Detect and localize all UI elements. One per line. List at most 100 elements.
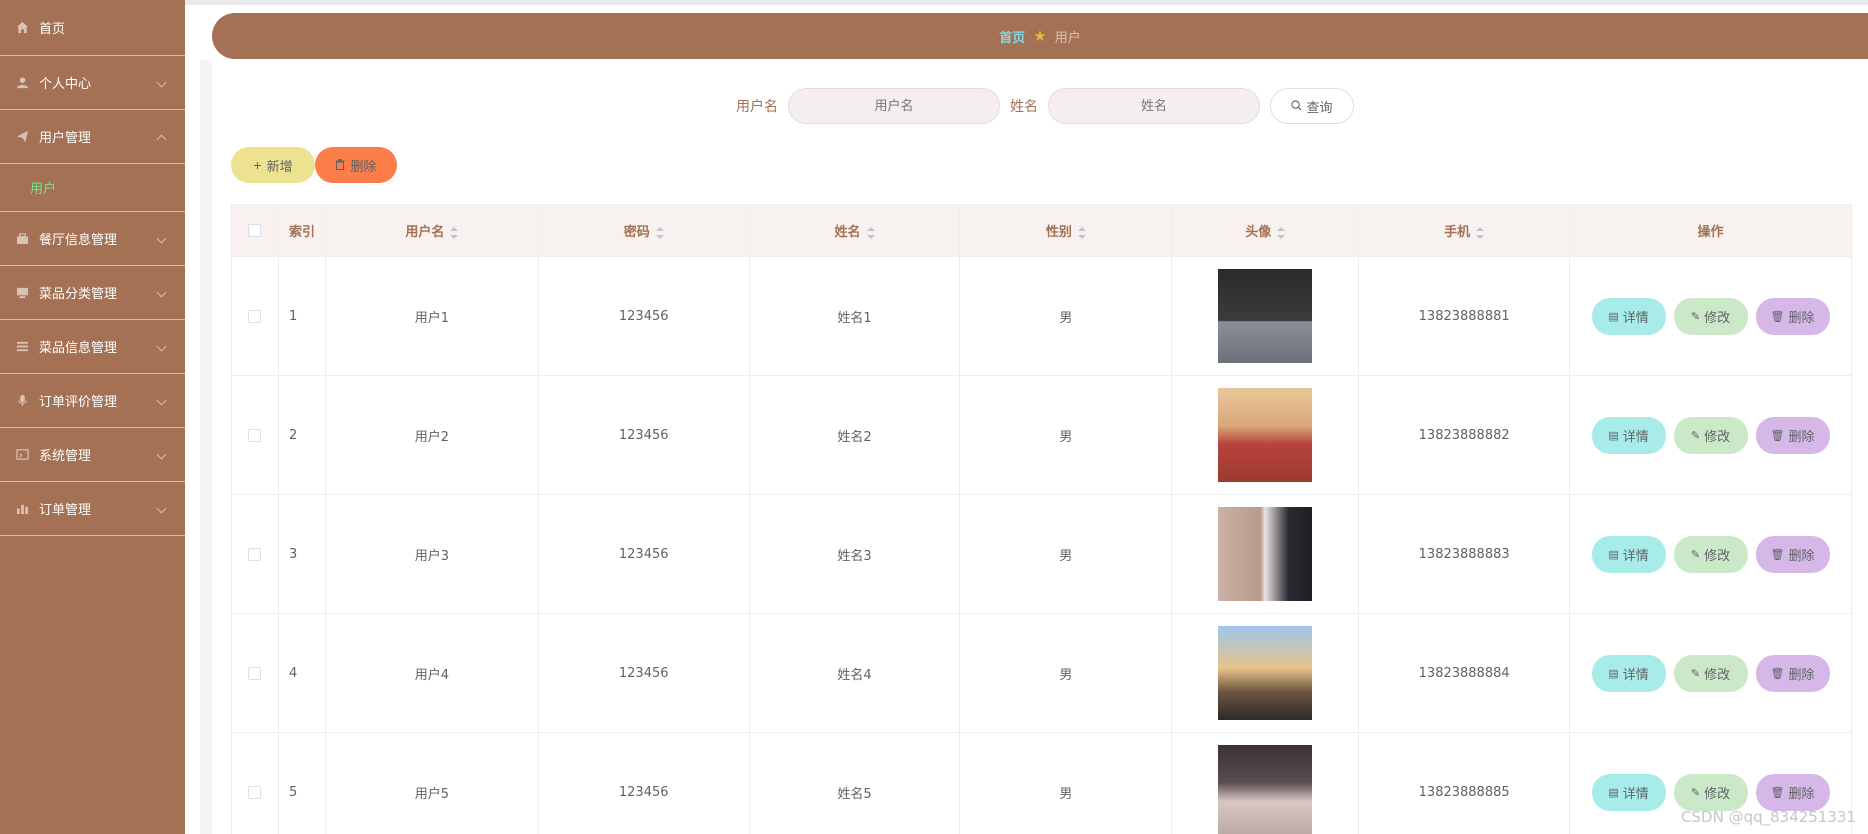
delete-button[interactable]: 🗑 删除 <box>1755 773 1830 811</box>
header-name[interactable]: 姓名 <box>748 204 961 257</box>
header-index: 索引 <box>277 204 326 257</box>
cell-phone: 13823888885 <box>1358 732 1571 834</box>
header-label: 手机 <box>1444 225 1471 240</box>
chevron-up-icon <box>156 134 167 144</box>
cell-password: 123456 <box>537 732 750 834</box>
detail-label: 详情 <box>1622 666 1649 682</box>
sidebar-subitem-label: 用户 <box>30 182 57 197</box>
batch-delete-button[interactable]: 删除 <box>315 147 397 183</box>
row-checkbox[interactable] <box>248 547 262 561</box>
sidebar-item-order-review[interactable]: 订单评价管理 <box>0 374 185 428</box>
chevron-down-icon <box>156 233 167 243</box>
add-button-label: 新增 <box>266 158 293 174</box>
row-select-cell <box>231 732 279 834</box>
sidebar-item-home[interactable]: 首页 <box>0 0 185 56</box>
pencil-icon: ✎ <box>1690 667 1701 680</box>
sort-icon[interactable] <box>655 226 664 239</box>
header-phone[interactable]: 手机 <box>1358 204 1571 257</box>
sidebar-item-dish-info[interactable]: 菜品信息管理 <box>0 320 185 374</box>
shop-icon <box>15 232 29 246</box>
cell-phone: 13823888881 <box>1358 256 1571 376</box>
header-avatar[interactable]: 头像 <box>1171 204 1360 257</box>
header-password[interactable]: 密码 <box>537 204 750 257</box>
document-icon: ▤ <box>1608 310 1619 323</box>
cell-operations: ▤ 详情 ✎ 修改 🗑 删除 <box>1569 613 1852 733</box>
username-search-input[interactable] <box>788 88 1000 124</box>
mic-icon <box>15 394 29 408</box>
detail-button[interactable]: ▤ 详情 <box>1591 416 1666 454</box>
trash-icon: 🗑 <box>1770 310 1785 323</box>
select-all-checkbox[interactable] <box>248 224 262 237</box>
window-icon <box>15 448 29 462</box>
sidebar-item-profile[interactable]: 个人中心 <box>0 56 185 110</box>
trash-icon: 🗑 <box>1770 548 1785 561</box>
cell-operations: ▤ 详情 ✎ 修改 🗑 删除 <box>1569 256 1852 376</box>
row-checkbox[interactable] <box>248 666 262 680</box>
row-select-cell <box>231 613 279 733</box>
detail-label: 详情 <box>1622 309 1649 325</box>
sidebar-item-label: 用户管理 <box>39 131 92 146</box>
chevron-down-icon <box>156 77 167 87</box>
delete-label: 删除 <box>1788 547 1815 563</box>
avatar[interactable] <box>1218 507 1313 601</box>
delete-button[interactable]: 🗑 删除 <box>1755 297 1830 335</box>
cell-password: 123456 <box>537 375 750 495</box>
delete-button[interactable]: 🗑 删除 <box>1755 654 1830 692</box>
search-button[interactable]: 查询 <box>1270 88 1354 124</box>
chart-icon <box>15 502 29 516</box>
detail-button[interactable]: ▤ 详情 <box>1591 654 1666 692</box>
name-search-input[interactable] <box>1048 88 1260 124</box>
breadcrumb-home[interactable]: 首页 <box>999 27 1025 46</box>
sidebar-subitem-users[interactable]: 用户 <box>0 164 185 212</box>
sidebar-item-label: 菜品分类管理 <box>39 287 118 302</box>
sort-icon[interactable] <box>1277 226 1286 239</box>
delete-button[interactable]: 🗑 删除 <box>1755 535 1830 573</box>
cell-name: 姓名4 <box>748 613 961 733</box>
avatar[interactable] <box>1218 626 1313 720</box>
edit-button[interactable]: ✎ 修改 <box>1673 297 1748 335</box>
row-checkbox[interactable] <box>248 785 262 799</box>
table-row: 2 用户2 123456 姓名2 男 13823888882 ▤ 详情 ✎ 修改 🗑 删除 <box>231 375 1852 495</box>
detail-button[interactable]: ▤ 详情 <box>1591 297 1666 335</box>
row-checkbox[interactable] <box>248 309 262 323</box>
sort-icon[interactable] <box>450 226 459 239</box>
sidebar-item-system[interactable]: 系统管理 <box>0 428 185 482</box>
header-gender[interactable]: 性别 <box>959 204 1173 257</box>
avatar[interactable] <box>1218 388 1313 482</box>
cell-avatar <box>1171 613 1360 733</box>
sort-icon[interactable] <box>866 226 875 239</box>
chevron-down-icon <box>156 449 167 459</box>
send-icon <box>15 130 29 144</box>
header-label: 姓名 <box>834 225 861 240</box>
edit-button[interactable]: ✎ 修改 <box>1673 654 1748 692</box>
sidebar-item-dish-category[interactable]: 菜品分类管理 <box>0 266 185 320</box>
edit-button[interactable]: ✎ 修改 <box>1673 773 1748 811</box>
detail-button[interactable]: ▤ 详情 <box>1591 773 1666 811</box>
detail-label: 详情 <box>1622 428 1649 444</box>
sort-icon[interactable] <box>1476 226 1485 239</box>
sidebar-item-user-management[interactable]: 用户管理 <box>0 110 185 164</box>
search-button-label: 查询 <box>1306 99 1333 115</box>
add-button[interactable]: + 新增 <box>231 147 315 183</box>
cell-username: 用户3 <box>324 494 539 614</box>
sidebar-item-restaurant[interactable]: 餐厅信息管理 <box>0 212 185 266</box>
sidebar-item-label: 系统管理 <box>39 449 92 464</box>
avatar[interactable] <box>1218 745 1313 834</box>
edit-label: 修改 <box>1704 785 1731 801</box>
sidebar-item-orders[interactable]: 订单管理 <box>0 482 185 536</box>
avatar[interactable] <box>1218 269 1313 363</box>
detail-button[interactable]: ▤ 详情 <box>1591 535 1666 573</box>
edit-button[interactable]: ✎ 修改 <box>1673 416 1748 454</box>
cell-phone: 13823888884 <box>1358 613 1571 733</box>
sidebar-item-label: 餐厅信息管理 <box>39 233 118 248</box>
delete-button[interactable]: 🗑 删除 <box>1755 416 1830 454</box>
row-checkbox[interactable] <box>248 428 262 442</box>
trash-icon <box>335 158 345 173</box>
top-border <box>0 0 1868 5</box>
header-username[interactable]: 用户名 <box>324 204 539 257</box>
edit-button[interactable]: ✎ 修改 <box>1673 535 1748 573</box>
cell-gender: 男 <box>959 732 1173 834</box>
name-label: 姓名 <box>1010 99 1038 115</box>
sort-icon[interactable] <box>1077 226 1086 239</box>
table-row: 1 用户1 123456 姓名1 男 13823888881 ▤ 详情 ✎ 修改 🗑 删除 <box>231 256 1852 376</box>
